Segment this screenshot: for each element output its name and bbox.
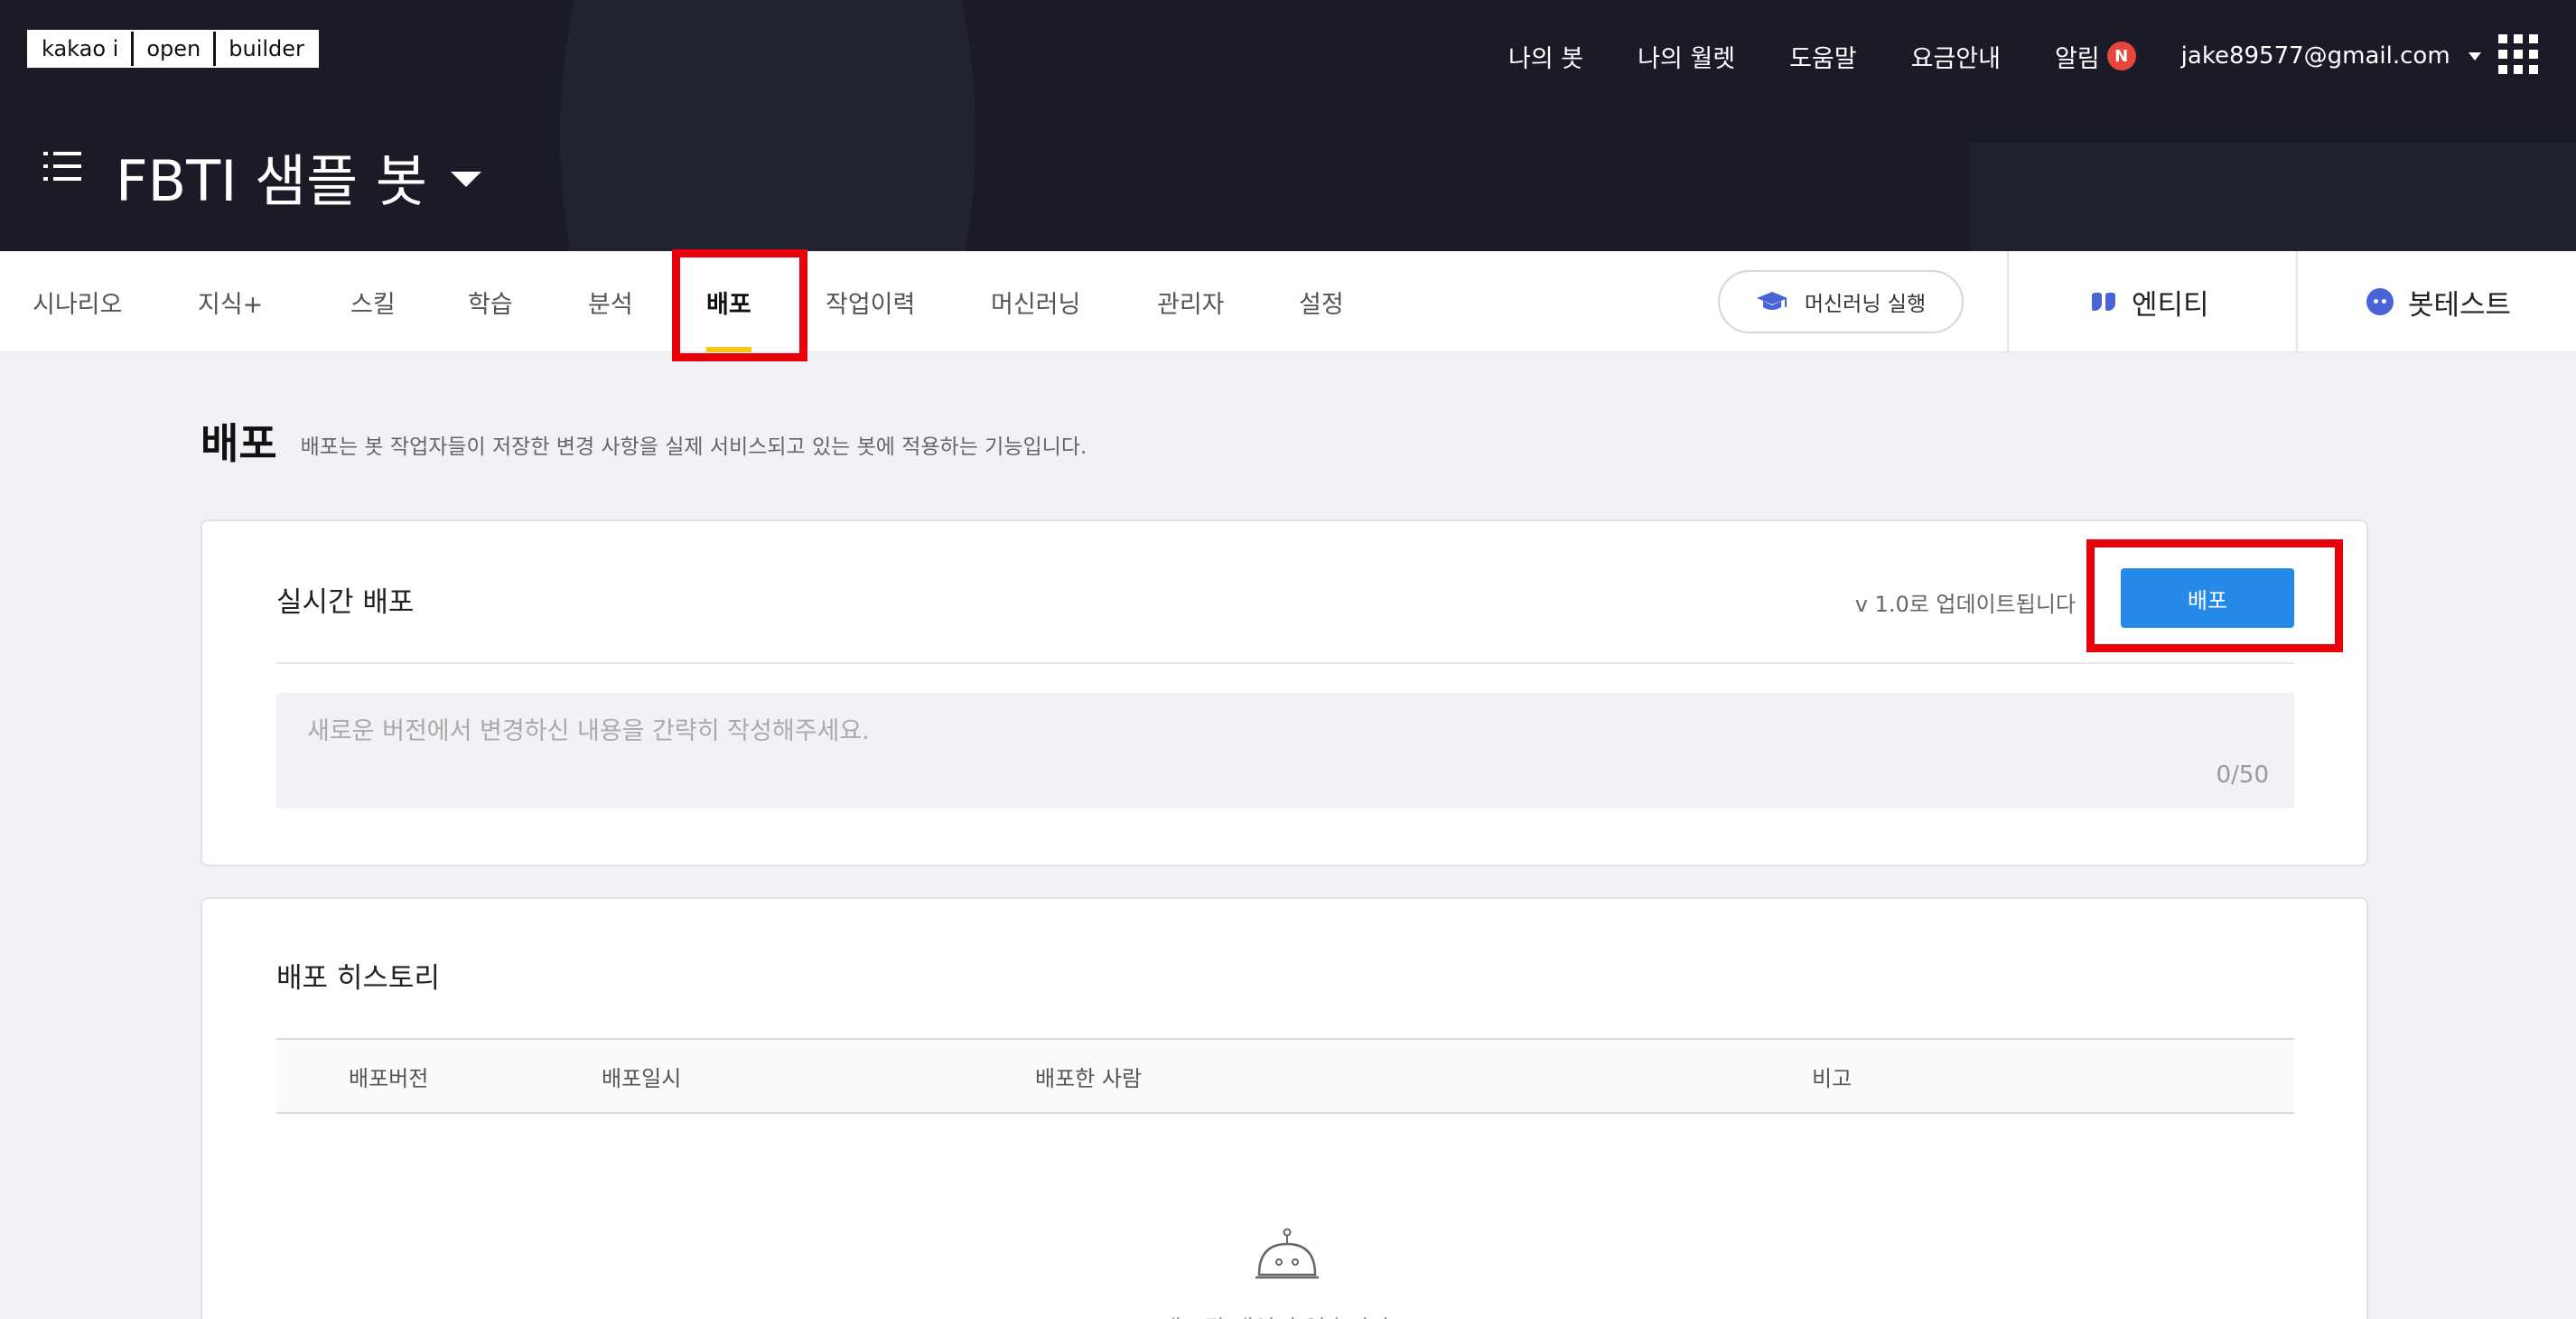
tab-admin[interactable]: 관리자 — [1157, 251, 1225, 352]
tab-divider — [2007, 251, 2009, 352]
tab-deploy[interactable]: 배포 — [706, 251, 751, 352]
main-tab-bar: 시나리오 지식+ 스킬 학습 분석 배포 작업이력 머신러닝 관리자 설정 머신… — [0, 251, 2576, 352]
page-header: 배포 배포는 봇 작업자들이 저장한 변경 사항을 실제 서비스되고 있는 봇에… — [201, 411, 1087, 471]
ml-run-button[interactable]: 머신러닝 실행 — [1718, 270, 1964, 333]
deploy-history-card: 배포 히스토리 배포버전 배포일시 배포한 사람 비고 배포된 내역이 없습니다 — [201, 897, 2368, 1319]
nav-help[interactable]: 도움말 — [1789, 39, 1857, 74]
logo-part-kakao: kakao i — [29, 32, 132, 66]
graduation-cap-icon — [1756, 292, 1787, 310]
tab-training[interactable]: 학습 — [468, 251, 513, 352]
grid-apps-icon[interactable] — [2498, 34, 2538, 74]
memo-char-counter: 0/50 — [2216, 762, 2269, 789]
nav-my-bots[interactable]: 나의 봇 — [1508, 39, 1583, 74]
tab-work-history[interactable]: 작업이력 — [826, 251, 915, 352]
caret-down-icon — [450, 171, 481, 187]
quote-icon — [2092, 293, 2119, 311]
bot-face-icon — [2366, 288, 2394, 315]
deploy-memo-area: 0/50 — [276, 693, 2294, 809]
tab-machine-learning[interactable]: 머신러닝 — [991, 251, 1080, 352]
nav-pricing[interactable]: 요금안내 — [1911, 39, 2001, 74]
entity-label: 엔티티 — [2132, 288, 2209, 322]
account-email: jake89577@gmail.com — [2180, 42, 2450, 70]
tab-divider — [2296, 251, 2298, 352]
tab-analytics[interactable]: 분석 — [588, 251, 633, 352]
bot-test-panel-tab[interactable]: 봇테스트 — [2366, 251, 2511, 352]
entity-panel-tab[interactable]: 엔티티 — [2092, 251, 2209, 352]
alarm-new-badge: N — [2106, 42, 2136, 70]
realtime-deploy-title: 실시간 배포 — [276, 586, 415, 619]
ml-run-label: 머신러닝 실행 — [1804, 293, 1927, 316]
alarm-label: 알림 — [2054, 44, 2100, 73]
bot-title: FBTI 샘플 봇 — [116, 148, 427, 214]
top-navigation: 나의 봇 나의 월렛 도움말 요금안내 알림 N jake89577@gmail… — [1508, 36, 2481, 76]
kakao-open-builder-logo[interactable]: kakao i open builder — [27, 30, 319, 68]
bottest-label: 봇테스트 — [2408, 288, 2512, 322]
tab-skill[interactable]: 스킬 — [350, 251, 396, 352]
header-decoration — [1969, 143, 2576, 251]
deploy-button[interactable]: 배포 — [2121, 568, 2294, 628]
version-update-text: v 1.0로 업데이트됩니다 — [1854, 592, 2076, 617]
header-decoration — [560, 0, 975, 251]
tab-scenario[interactable]: 시나리오 — [33, 251, 122, 352]
column-header-version: 배포버전 — [349, 1065, 429, 1091]
tab-settings[interactable]: 설정 — [1299, 251, 1344, 352]
realtime-deploy-card: 실시간 배포 v 1.0로 업데이트됩니다 배포 0/50 — [201, 519, 2368, 866]
column-header-date: 배포일시 — [602, 1065, 682, 1091]
deploy-memo-input[interactable] — [276, 693, 2294, 809]
history-table-header: 배포버전 배포일시 배포한 사람 비고 — [276, 1038, 2294, 1114]
empty-history-text: 배포된 내역이 없습니다 — [1160, 1311, 1391, 1319]
nav-alarm[interactable]: 알림 N — [2055, 39, 2136, 74]
column-header-note: 비고 — [1812, 1065, 1853, 1091]
page-title: 배포 — [201, 419, 277, 468]
column-header-deployer: 배포한 사람 — [1035, 1065, 1143, 1091]
account-menu[interactable]: jake89577@gmail.com — [2181, 42, 2481, 70]
card-divider — [276, 662, 2294, 664]
tab-knowledge-plus[interactable]: 지식+ — [198, 251, 263, 352]
list-menu-icon[interactable] — [43, 152, 81, 181]
nav-my-wallet[interactable]: 나의 월렛 — [1638, 39, 1735, 74]
logo-part-open: open — [134, 32, 214, 66]
bot-selector[interactable]: FBTI 샘플 봇 — [116, 136, 481, 217]
logo-part-builder: builder — [216, 32, 317, 66]
robot-icon — [1255, 1228, 1319, 1279]
page-description: 배포는 봇 작업자들이 저장한 변경 사항을 실제 서비스되고 있는 봇에 적용… — [300, 435, 1087, 459]
caret-down-icon — [2468, 51, 2481, 61]
deploy-history-title: 배포 히스토리 — [276, 962, 440, 995]
top-header: kakao i open builder 나의 봇 나의 월렛 도움말 요금안내… — [0, 0, 2576, 251]
